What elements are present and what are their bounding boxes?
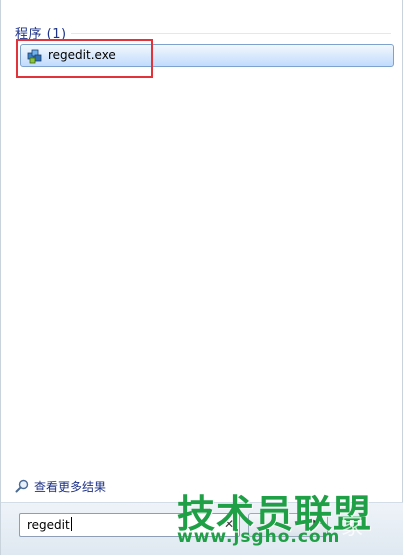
text-caret [70,517,72,531]
see-more-results-label: 查看更多结果 [34,479,107,494]
search-input[interactable]: regedit ✕ [19,513,240,537]
search-icon [15,479,29,493]
chevron-right-icon[interactable]: ▶ [313,518,321,529]
close-icon[interactable]: ✕ [224,517,234,531]
search-input-value: regedit [27,517,72,532]
group-divider [71,33,391,34]
shutdown-button[interactable]: ▶ [248,513,328,537]
start-menu-search-panel: 程序 (1) regedit.exe 查看更多结果 regedit ✕ ▶ 技术… [0,0,403,555]
see-more-results-link[interactable]: 查看更多结果 [15,477,106,495]
annotation-highlight-box [16,39,153,78]
search-bar-area: regedit ✕ ▶ [1,502,403,555]
